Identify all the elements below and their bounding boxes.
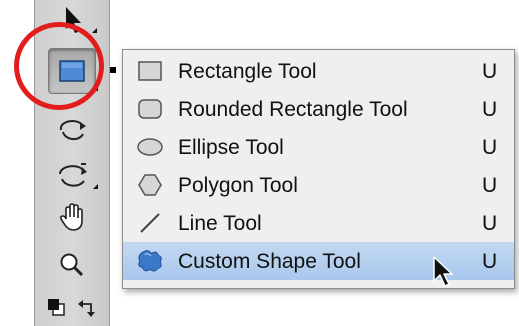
menu-item-shortcut: U bbox=[482, 60, 498, 83]
default-colors-icon[interactable] bbox=[47, 298, 67, 318]
menu-item-shortcut: U bbox=[482, 250, 498, 273]
menu-item-label: Custom Shape Tool bbox=[178, 250, 361, 273]
menu-item-rectangle-tool[interactable]: Rectangle Tool U bbox=[123, 52, 514, 90]
menu-item-shortcut: U bbox=[482, 212, 498, 235]
line-shape-icon bbox=[136, 211, 164, 235]
menu-item-shortcut: U bbox=[482, 98, 498, 121]
zoom-tool-icon bbox=[60, 253, 84, 277]
zoom-tool[interactable] bbox=[35, 246, 109, 284]
polygon-shape-icon bbox=[136, 173, 164, 197]
menu-item-rounded-rectangle-tool[interactable]: Rounded Rectangle Tool U bbox=[123, 90, 514, 128]
custom-shape-icon bbox=[136, 249, 164, 273]
selected-tool-highlight bbox=[48, 48, 96, 94]
shape-tools-flyout-menu: Rectangle Tool U Rounded Rectangle Tool … bbox=[122, 49, 515, 289]
tools-panel bbox=[34, 0, 110, 326]
menu-item-ellipse-tool[interactable]: Ellipse Tool U bbox=[123, 128, 514, 166]
move-tool[interactable] bbox=[35, 0, 109, 38]
rectangle-tool-icon bbox=[59, 60, 85, 82]
rectangle-tool[interactable] bbox=[35, 46, 109, 96]
hand-tool-icon bbox=[59, 203, 83, 231]
swap-colors-icon[interactable] bbox=[77, 298, 97, 318]
path-selection-icon bbox=[59, 120, 86, 140]
current-tool-indicator bbox=[110, 67, 116, 73]
color-controls bbox=[35, 290, 109, 326]
hand-tool[interactable] bbox=[35, 198, 109, 236]
menu-item-label: Line Tool bbox=[178, 212, 262, 235]
menu-item-line-tool[interactable]: Line Tool U bbox=[123, 204, 514, 242]
mouse-pointer-icon bbox=[433, 256, 453, 287]
menu-item-label: Rectangle Tool bbox=[178, 60, 317, 83]
menu-item-polygon-tool[interactable]: Polygon Tool U bbox=[123, 166, 514, 204]
menu-item-shortcut: U bbox=[482, 174, 498, 197]
move-tool-icon bbox=[66, 7, 81, 33]
rectangle-shape-icon bbox=[136, 59, 164, 83]
rotate-view-tool[interactable] bbox=[35, 156, 109, 194]
path-selection-tool[interactable] bbox=[35, 110, 109, 148]
menu-item-label: Rounded Rectangle Tool bbox=[178, 98, 408, 121]
rounded-rectangle-shape-icon bbox=[136, 97, 164, 121]
ellipse-shape-icon bbox=[136, 135, 164, 159]
menu-item-shortcut: U bbox=[482, 136, 498, 159]
menu-item-label: Ellipse Tool bbox=[178, 136, 284, 159]
rotate-view-icon bbox=[59, 163, 87, 187]
menu-item-label: Polygon Tool bbox=[178, 174, 298, 197]
